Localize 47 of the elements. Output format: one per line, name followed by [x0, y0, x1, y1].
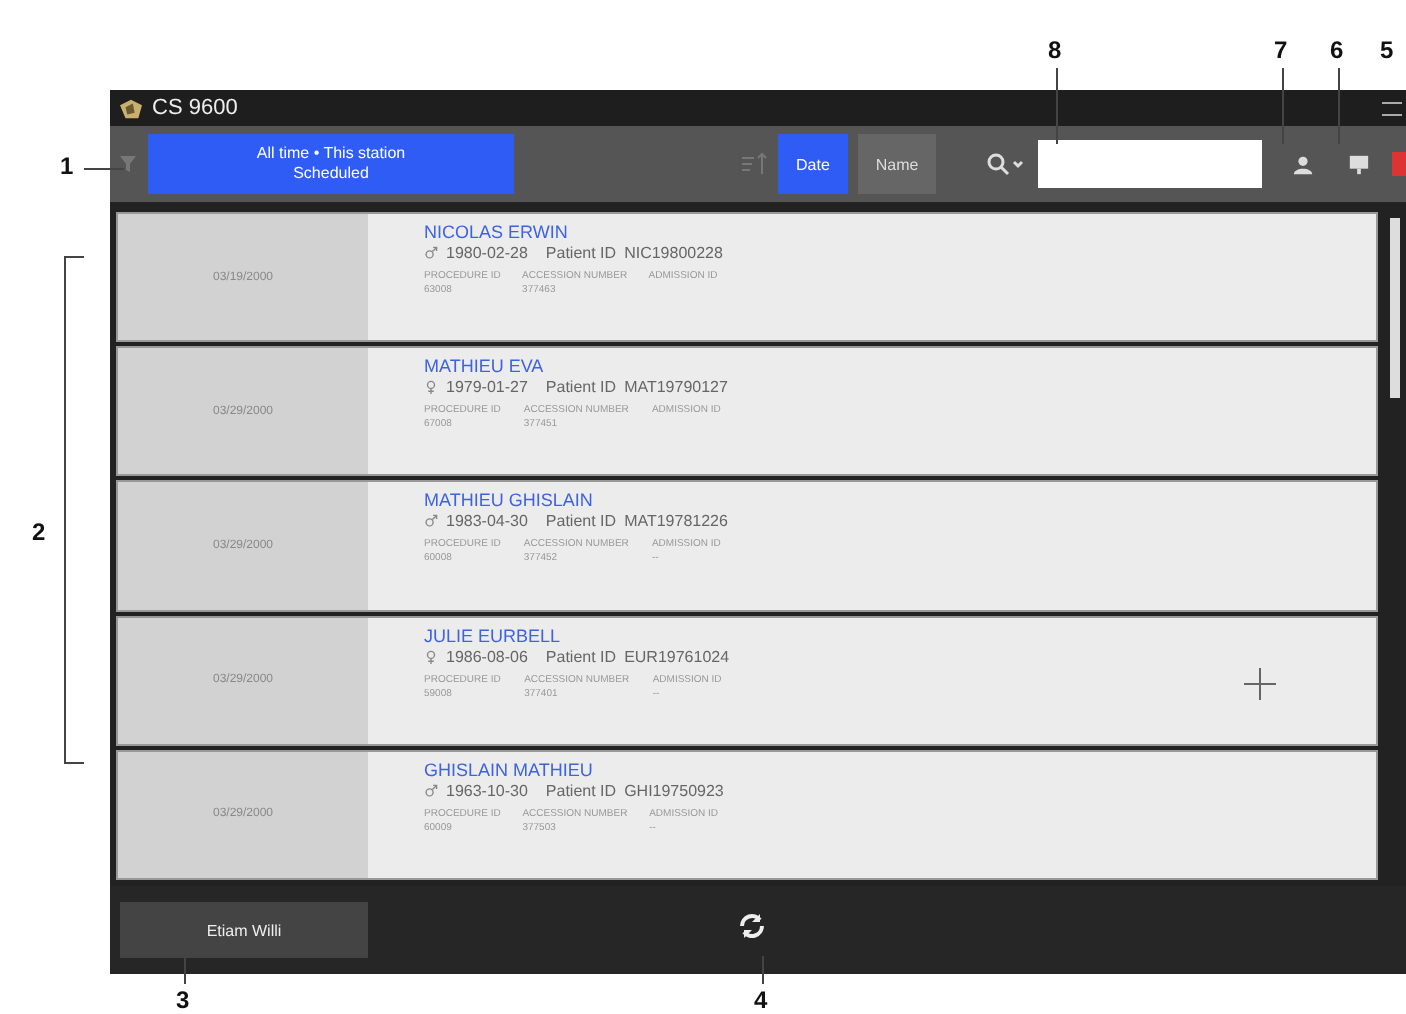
- filter-button[interactable]: All time • This station Scheduled: [148, 134, 514, 194]
- patient-id-label: Patient ID: [545, 647, 617, 666]
- callout-number: 3: [176, 986, 190, 1014]
- patient-id: GHI19750923: [624, 781, 724, 800]
- patient-id-label: Patient ID: [545, 378, 617, 397]
- patient-id: MAT19790127: [624, 378, 728, 397]
- birth-date: 1979-01-27: [446, 378, 528, 397]
- patient-name: JULIE EURBELL: [424, 625, 563, 646]
- logo-icon: [118, 97, 144, 119]
- birth-date: 1980-02-28: [446, 244, 528, 262]
- callout-number: 2: [32, 518, 46, 546]
- birth-date: 1983-04-30: [446, 512, 528, 531]
- patient-name: NICOLAS ERWIN: [424, 222, 570, 242]
- birth-date: 1963-10-30: [446, 781, 528, 800]
- patient-id-label: Patient ID: [545, 512, 617, 531]
- birth-date: 1986-08-06: [446, 647, 528, 666]
- callout-number: 8: [1048, 36, 1062, 64]
- window-control[interactable]: [1382, 101, 1402, 115]
- male-icon: [424, 783, 438, 798]
- scrollbar[interactable]: [1390, 218, 1400, 398]
- male-icon: [424, 246, 438, 260]
- patient-name: GHISLAIN MATHIEU: [424, 759, 595, 780]
- patient-id-label: Patient ID: [545, 781, 617, 800]
- callout-number: 5: [1380, 36, 1394, 64]
- user-button[interactable]: Etiam Willi: [120, 902, 368, 958]
- monitor-icon[interactable]: [1348, 153, 1370, 175]
- callout-number: 4: [754, 986, 768, 1014]
- callout-number: 1: [60, 152, 74, 180]
- female-icon: [424, 380, 438, 395]
- window-title: CS 9600: [152, 96, 238, 120]
- sort-tab[interactable]: Date: [778, 134, 848, 194]
- patient-id: NIC19800228: [624, 244, 723, 262]
- patient-id: MAT19781226: [624, 512, 728, 531]
- user-icon[interactable]: [1292, 153, 1314, 175]
- patient-id: EUR19761024: [624, 647, 730, 666]
- search-field[interactable]: [1038, 140, 1262, 188]
- sort-tab[interactable]: Name: [857, 134, 937, 194]
- crosshair-icon: [1244, 668, 1276, 700]
- callout-number: 6: [1330, 36, 1344, 64]
- refresh-icon[interactable]: [736, 910, 768, 942]
- male-icon: [424, 514, 438, 529]
- patient-name: MATHIEU EVA: [424, 356, 546, 377]
- callout-number: 7: [1274, 36, 1288, 64]
- patient-name: MATHIEU GHISLAIN: [424, 490, 595, 511]
- search-icon[interactable]: [984, 150, 1024, 178]
- patient-id-label: Patient ID: [545, 244, 617, 262]
- female-icon: [424, 649, 438, 664]
